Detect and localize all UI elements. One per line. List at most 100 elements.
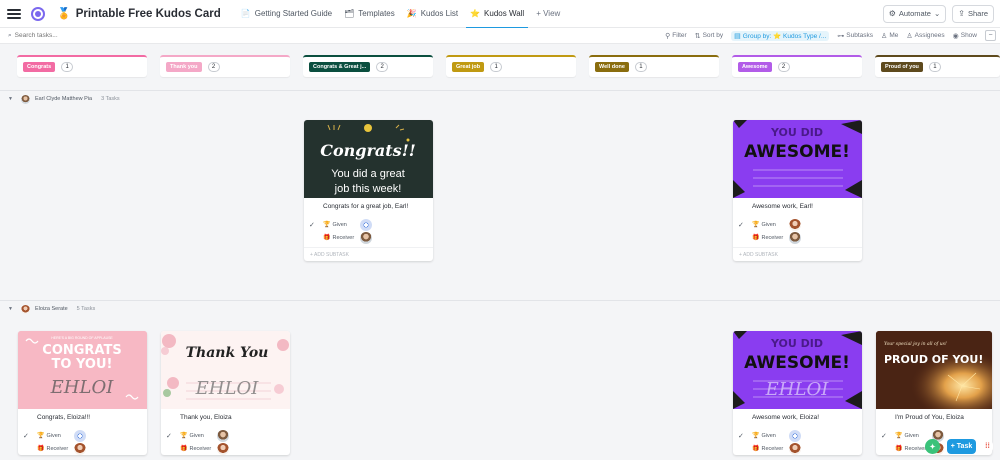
column-header-well-done[interactable]: Well done 1: [589, 55, 719, 77]
space-icon[interactable]: [31, 6, 45, 21]
board-columns: Congrats 1 Thank you 2 Congrats & Great …: [0, 44, 1000, 86]
kudos-card[interactable]: HERE'S A BIG ROUND OF APPLAUSE CONGRATS …: [18, 331, 147, 455]
avatar[interactable]: [789, 429, 801, 442]
cover-title: PROUD OF YOU!: [884, 353, 983, 366]
list-title[interactable]: Printable Free Kudos Card: [76, 8, 221, 20]
avatar[interactable]: [360, 231, 372, 244]
check-icon[interactable]: ✓: [738, 432, 744, 440]
sort-button[interactable]: ⇅ Sort by: [695, 32, 723, 40]
kudos-card[interactable]: YOU DID AWESOME! Awesome work, Earl! ✓ 🏆…: [733, 120, 862, 261]
receiver-field[interactable]: 🎁 Receiver: [161, 442, 290, 455]
card-cover-image: Thank You EHLOI: [161, 331, 290, 409]
tab-label: Kudos List: [420, 9, 459, 18]
subtasks-button[interactable]: ⊶ Subtasks: [837, 32, 873, 40]
given-field[interactable]: ✓ 🏆 Given: [18, 429, 147, 442]
avatar[interactable]: [789, 442, 801, 455]
field-label: Given: [904, 432, 919, 439]
search-input[interactable]: [14, 32, 115, 39]
card-title[interactable]: Congrats, Eloiza!!!: [18, 409, 147, 429]
group-header[interactable]: ▼ Earl Clyde Matthew Pia 3 Tasks: [0, 92, 120, 106]
sort-label: Sort by: [702, 32, 724, 39]
card-title[interactable]: Awesome work, Eloiza!: [733, 409, 862, 429]
kudos-card[interactable]: Thank You EHLOI Thank you, Eloiza ✓ 🏆 Giv…: [161, 331, 290, 455]
column-header-thank-you[interactable]: Thank you 2: [160, 55, 290, 77]
add-subtask-button[interactable]: + ADD SUBTASK: [304, 247, 433, 261]
search-box[interactable]: ⌕: [8, 32, 128, 40]
check-icon[interactable]: ✓: [738, 221, 744, 229]
menu-icon[interactable]: [7, 7, 21, 21]
tab-kudos-wall[interactable]: ⭐ Kudos Wall: [464, 0, 530, 29]
tab-getting-started[interactable]: 📄 Getting Started Guide: [235, 0, 338, 28]
group-icon: ▤: [734, 32, 741, 40]
given-field[interactable]: ✓ 🏆 Given: [733, 429, 862, 442]
automate-button[interactable]: ⚙ Automate ⌄: [882, 4, 947, 23]
avatar[interactable]: [74, 429, 86, 442]
add-subtask-button[interactable]: + ADD SUBTASK: [733, 247, 862, 261]
ai-assistant-icon[interactable]: ✦: [925, 439, 940, 454]
card-cover-image: YOU DID AWESOME!: [733, 120, 862, 198]
document-icon: 📄: [240, 9, 251, 18]
given-field[interactable]: ✓ 🏆 Given: [304, 218, 433, 231]
field-label: Receiver: [189, 445, 212, 452]
given-field[interactable]: ✓ 🏆 Given: [733, 218, 862, 231]
avatar[interactable]: [789, 218, 801, 231]
tab-kudos-list[interactable]: 🎉 Kudos List: [401, 0, 464, 28]
column-header-congrats[interactable]: Congrats 1: [17, 55, 147, 77]
cover-text: job this week!: [334, 183, 402, 195]
avatar[interactable]: [74, 442, 86, 455]
receiver-field[interactable]: 🎁 Receiver: [733, 442, 862, 455]
cover-title: TO YOU!: [52, 357, 113, 372]
card-cover-image: YOU DID AWESOME! EHLOI: [733, 331, 862, 409]
column-header-proud-of-you[interactable]: Proud of you 1: [875, 55, 1000, 77]
column-header-congrats-great-job[interactable]: Congrats & Great j... 2: [303, 55, 433, 77]
receiver-field[interactable]: 🎁 Receiver: [304, 231, 433, 244]
apps-grid-icon[interactable]: ⁞⁞: [982, 441, 993, 452]
cover-art: Thank You EHLOI: [161, 334, 289, 400]
avatar[interactable]: [360, 218, 372, 231]
filter-button[interactable]: ⚲ Filter: [665, 32, 687, 40]
avatar[interactable]: [217, 429, 229, 442]
assignees-button[interactable]: ♙ Assignees: [906, 32, 944, 40]
column-label: Well done: [595, 62, 629, 72]
cover-title: Congrats!!: [320, 141, 415, 160]
star-icon: ⭐: [470, 9, 481, 18]
group-header[interactable]: ▼ Eloiza Serate 5 Tasks: [0, 302, 95, 316]
receiver-field[interactable]: 🎁 Receiver: [733, 231, 862, 244]
person-icon: ♙: [881, 32, 888, 40]
me-button[interactable]: ♙ Me: [881, 32, 898, 40]
check-icon[interactable]: ✓: [881, 432, 887, 440]
add-view-button[interactable]: + View: [530, 0, 566, 28]
card-title[interactable]: Thank you, Eloiza: [161, 409, 290, 429]
check-icon[interactable]: ✓: [309, 221, 315, 229]
medal-icon: 🏅: [57, 8, 71, 20]
kudos-card[interactable]: YOU DID AWESOME! EHLOI Awesome work, Elo…: [733, 331, 862, 455]
receiver-field[interactable]: 🎁 Receiver: [18, 442, 147, 455]
card-title[interactable]: Congrats for a great job, Earl!: [304, 198, 433, 218]
sort-icon: ⇅: [694, 32, 701, 40]
caret-down-icon[interactable]: ▼: [8, 306, 13, 312]
column-header-awesome[interactable]: Awesome 2: [732, 55, 862, 77]
group-name: Earl Clyde Matthew Pia: [34, 96, 93, 102]
add-task-button[interactable]: + Task: [947, 439, 976, 454]
column-label: Thank you: [166, 62, 202, 72]
column-header-great-job[interactable]: Great job 1: [446, 55, 576, 77]
trophy-icon: 🏆: [752, 222, 760, 228]
tab-templates[interactable]: 🗂 Templates: [338, 0, 401, 28]
check-icon[interactable]: ✓: [166, 432, 172, 440]
card-title[interactable]: Awesome work, Earl!: [733, 198, 862, 218]
collapse-icon[interactable]: −: [985, 30, 996, 41]
avatar[interactable]: [789, 231, 801, 244]
cover-art: YOU DID AWESOME! EHLOI: [733, 331, 862, 409]
card-title[interactable]: I'm Proud of You, Eloiza: [876, 409, 992, 429]
caret-down-icon[interactable]: ▼: [8, 96, 13, 102]
cover-title: AWESOME!: [744, 142, 850, 162]
avatar[interactable]: [217, 442, 229, 455]
group-by-button[interactable]: ▤ Group by: ⭐ Kudos Type /...: [731, 30, 830, 41]
kudos-card[interactable]: Your special joy in all of us! PROUD OF …: [876, 331, 992, 455]
show-button[interactable]: ◉ Show: [953, 32, 977, 40]
share-button[interactable]: ⇪ Share: [952, 4, 994, 23]
cover-title: Thank You: [186, 345, 269, 361]
kudos-card[interactable]: Congrats!! You did a great job this week…: [304, 120, 433, 261]
given-field[interactable]: ✓ 🏆 Given: [161, 429, 290, 442]
check-icon[interactable]: ✓: [23, 432, 29, 440]
